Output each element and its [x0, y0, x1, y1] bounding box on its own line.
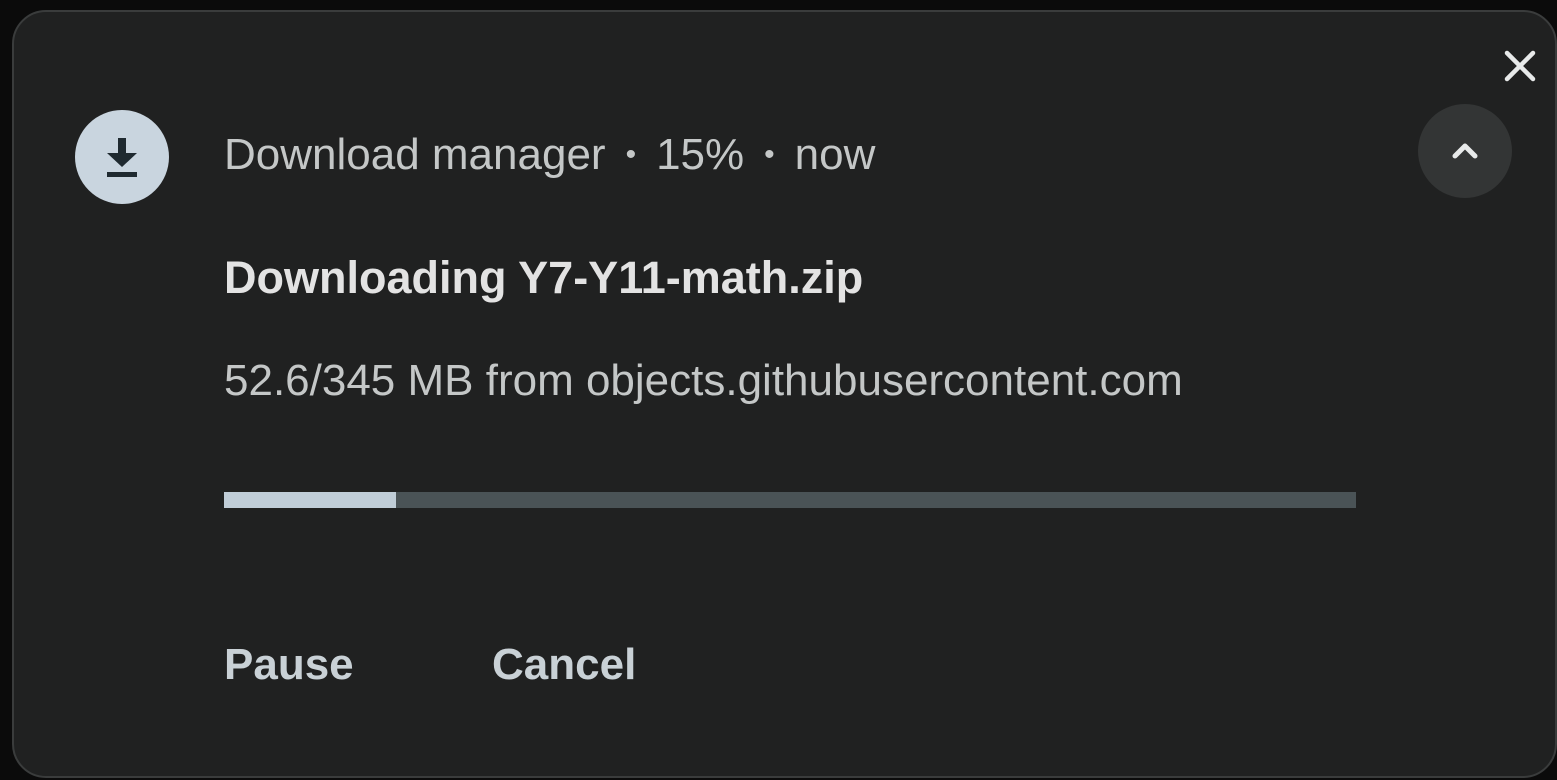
- cancel-button[interactable]: Cancel: [492, 640, 636, 690]
- notification-subtitle: 52.6/345 MB from objects.githubuserconte…: [224, 356, 1183, 405]
- download-notification: Download manager • 15% • now Downloading…: [12, 10, 1557, 778]
- notification-time: now: [794, 130, 876, 179]
- collapse-button[interactable]: [1418, 104, 1512, 198]
- close-button[interactable]: [1498, 44, 1542, 88]
- header-separator: •: [625, 138, 637, 171]
- notification-header: Download manager • 15% • now: [224, 130, 875, 180]
- progress-bar: [224, 492, 1356, 508]
- app-icon: [75, 110, 169, 204]
- app-name: Download manager: [224, 130, 606, 179]
- header-separator: •: [764, 138, 775, 171]
- chevron-up-icon: [1452, 143, 1478, 159]
- progress-percent: 15%: [656, 130, 745, 179]
- pause-button[interactable]: Pause: [224, 640, 354, 690]
- close-icon: [1504, 50, 1536, 82]
- notification-title: Downloading Y7-Y11-math.zip: [224, 252, 864, 303]
- download-icon: [107, 138, 137, 177]
- progress-bar-fill: [224, 492, 397, 508]
